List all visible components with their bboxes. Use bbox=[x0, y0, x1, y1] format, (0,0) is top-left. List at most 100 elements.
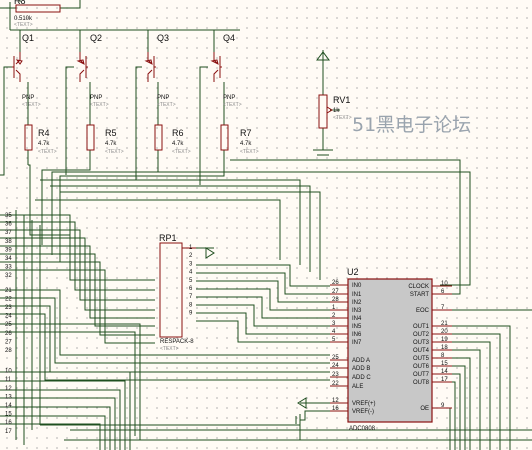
q1-type: PNP bbox=[22, 95, 34, 101]
q2-ref: Q2 bbox=[90, 33, 102, 43]
adc-pin-name: ADD C bbox=[352, 375, 371, 381]
q2-type: PNP bbox=[90, 95, 102, 101]
left-net-number: 14 bbox=[5, 403, 12, 409]
left-net-number: 21 bbox=[5, 288, 12, 294]
adc-pin-number: 23 bbox=[332, 372, 339, 378]
rp1-pin-number: 5 bbox=[189, 278, 193, 284]
adc-pin-number: 18 bbox=[441, 345, 448, 351]
rp1-pin-number: 6 bbox=[189, 286, 193, 292]
rv1-value: 1k bbox=[333, 108, 340, 114]
rp1-pin-number: 9 bbox=[189, 311, 193, 317]
left-net-number: 16 bbox=[5, 420, 12, 426]
left-net-number: 33 bbox=[5, 265, 12, 271]
adc-pin-name: OUT3 bbox=[413, 340, 430, 346]
adc-pin-name: ADD B bbox=[352, 366, 370, 372]
adc-pin-name: EOC bbox=[416, 308, 430, 314]
r4-text: <TEXT> bbox=[38, 149, 57, 155]
adc-pin-number: 21 bbox=[441, 321, 448, 327]
watermark: 51黑电子论坛 bbox=[352, 114, 471, 136]
rp1-pins: 123456789 bbox=[189, 245, 193, 317]
rp1-arrow-icon bbox=[205, 247, 215, 259]
rv1-ref: RV1 bbox=[333, 95, 350, 105]
left-net-number: 28 bbox=[5, 348, 12, 354]
r5-text: <TEXT> bbox=[105, 149, 124, 155]
left-net-number: 15 bbox=[5, 412, 12, 418]
adc-pin-number: 12 bbox=[332, 398, 339, 404]
resistor-r6: R6 4.7k <TEXT> bbox=[154, 124, 191, 155]
adc-pin-name: CLOCK bbox=[408, 284, 429, 290]
wires bbox=[0, 0, 532, 450]
adc-pin-number: 27 bbox=[332, 289, 339, 295]
q2-text: <TEXT> bbox=[90, 102, 109, 108]
adc-pin-number: 17 bbox=[441, 377, 448, 383]
adc-pin-name: VREF(+) bbox=[352, 401, 376, 407]
r7-value: 4.7k bbox=[240, 141, 252, 147]
left-net-number: 36 bbox=[5, 222, 12, 228]
resistor-r4: R4 4.7k <TEXT> bbox=[24, 124, 57, 155]
left-net-number: 22 bbox=[5, 296, 12, 302]
adc-u2: U2 ADC0808 26 IN027 IN128 IN21 IN32 IN43 IN54 I… bbox=[330, 267, 452, 432]
left-net-number: 37 bbox=[5, 230, 12, 236]
adc-pin-number: 20 bbox=[441, 329, 448, 335]
schematic-canvas: R8 0.510k <TEXT> Q1 PNP <TEXT> Q2 PNP <T… bbox=[0, 0, 532, 450]
transistor-q2: Q2 PNP <TEXT> bbox=[76, 33, 109, 108]
r7-text: <TEXT> bbox=[240, 149, 259, 155]
q3-text: <TEXT> bbox=[157, 102, 176, 108]
adc-pin-number: 25 bbox=[332, 355, 339, 361]
left-net-number: 25 bbox=[5, 322, 12, 328]
vref-ground-icon bbox=[295, 414, 301, 426]
adc-pin-name: OUT8 bbox=[413, 380, 430, 386]
adc-pin-number: 15 bbox=[441, 361, 448, 367]
adc-pin-name: ADD A bbox=[352, 358, 370, 364]
q3-ref: Q3 bbox=[157, 33, 169, 43]
adc-pin-name: OUT1 bbox=[413, 324, 430, 330]
adc-pin-name: VREF(-) bbox=[352, 409, 374, 415]
left-net-number: 39 bbox=[5, 247, 12, 253]
transistor-q4: Q4 PNP <TEXT> bbox=[210, 33, 242, 108]
r6-text: <TEXT> bbox=[172, 149, 191, 155]
r4-value: 4.7k bbox=[38, 141, 50, 147]
rp1-label: RESPACK-8 bbox=[160, 339, 194, 345]
adc-pin-name: OUT7 bbox=[413, 372, 430, 378]
r8-text: <TEXT> bbox=[14, 22, 33, 28]
adc-pin-number: 24 bbox=[332, 363, 339, 369]
adc-pin-name: IN3 bbox=[352, 308, 362, 314]
rp1-pin-number: 4 bbox=[189, 270, 193, 276]
left-net-number: 12 bbox=[5, 386, 12, 392]
rp1-pin-number: 3 bbox=[189, 261, 193, 267]
adc-pin-number: 10 bbox=[441, 281, 448, 287]
adc-pin-number: 16 bbox=[332, 406, 339, 412]
r5-ref: R5 bbox=[105, 128, 117, 138]
adc-pin-name: OUT6 bbox=[413, 364, 430, 370]
left-net-number: 24 bbox=[5, 314, 12, 320]
adc-pin-name: IN4 bbox=[352, 316, 362, 322]
rp1-pin-number: 2 bbox=[189, 253, 193, 259]
resistor-r8: R8 0.510k <TEXT> bbox=[14, 0, 61, 28]
transistor-q3: Q3 PNP <TEXT> bbox=[144, 33, 176, 108]
left-net-number: 34 bbox=[5, 256, 12, 262]
adc-pin-name: IN7 bbox=[352, 340, 362, 346]
rv1-text: <TEXT> bbox=[333, 115, 352, 121]
adc-pin-name: OE bbox=[420, 406, 429, 412]
q1-text: <TEXT> bbox=[22, 102, 41, 108]
left-net-number: 10 bbox=[5, 369, 12, 375]
adc-pin-number: 19 bbox=[441, 337, 448, 343]
adc-pin-name: OUT4 bbox=[413, 348, 430, 354]
resistor-r7: R7 4.7k <TEXT> bbox=[220, 124, 259, 155]
rp1-text: <TEXT> bbox=[160, 346, 179, 352]
q1-ref: Q1 bbox=[22, 33, 34, 43]
adc-part-label: ADC0808 bbox=[349, 426, 376, 432]
r8-ref: R8 bbox=[14, 0, 26, 6]
adc-pin-name: IN0 bbox=[352, 283, 362, 289]
adc-pin-number: 22 bbox=[332, 381, 339, 387]
adc-pin-name: OUT2 bbox=[413, 332, 430, 338]
adc-pin-name: IN2 bbox=[352, 300, 362, 306]
r7-ref: R7 bbox=[240, 128, 252, 138]
rp1-pin-number: 8 bbox=[189, 302, 193, 308]
adc-pin-number: 14 bbox=[441, 369, 448, 375]
adc-pin-number: 28 bbox=[332, 297, 339, 303]
rp1-ref: RP1 bbox=[159, 233, 177, 243]
left-net-number: 13 bbox=[5, 394, 12, 400]
u2-ref: U2 bbox=[347, 267, 359, 277]
q4-ref: Q4 bbox=[223, 33, 235, 43]
